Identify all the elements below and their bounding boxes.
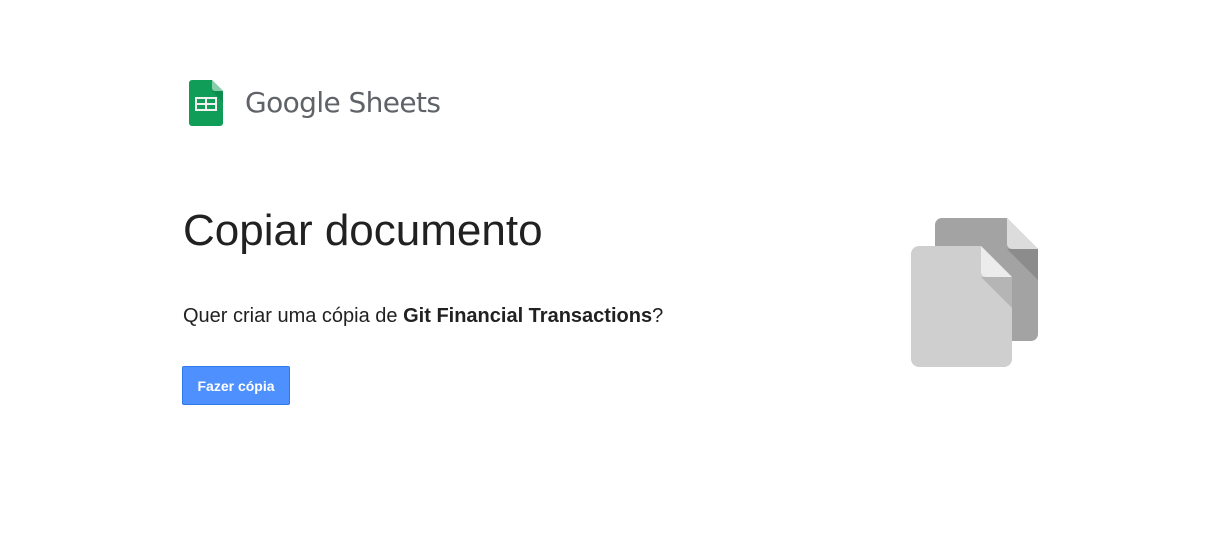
brand-header: Google Sheets — [189, 80, 441, 126]
brand-name: Google Sheets — [245, 86, 441, 119]
google-sheets-logo-icon — [189, 80, 223, 126]
copy-prompt: Quer criar uma cópia de Git Financial Tr… — [183, 303, 663, 329]
prompt-prefix: Quer criar uma cópia de — [183, 305, 404, 327]
page-title: Copiar documento — [183, 206, 543, 255]
copy-documents-icon — [911, 218, 1038, 367]
document-name: Git Financial Transactions — [403, 305, 653, 327]
prompt-suffix: ? — [652, 305, 664, 327]
copy-document-page: Google Sheets Copiar documento Quer cria… — [0, 0, 1215, 542]
make-copy-button[interactable]: Fazer cópia — [182, 366, 290, 405]
